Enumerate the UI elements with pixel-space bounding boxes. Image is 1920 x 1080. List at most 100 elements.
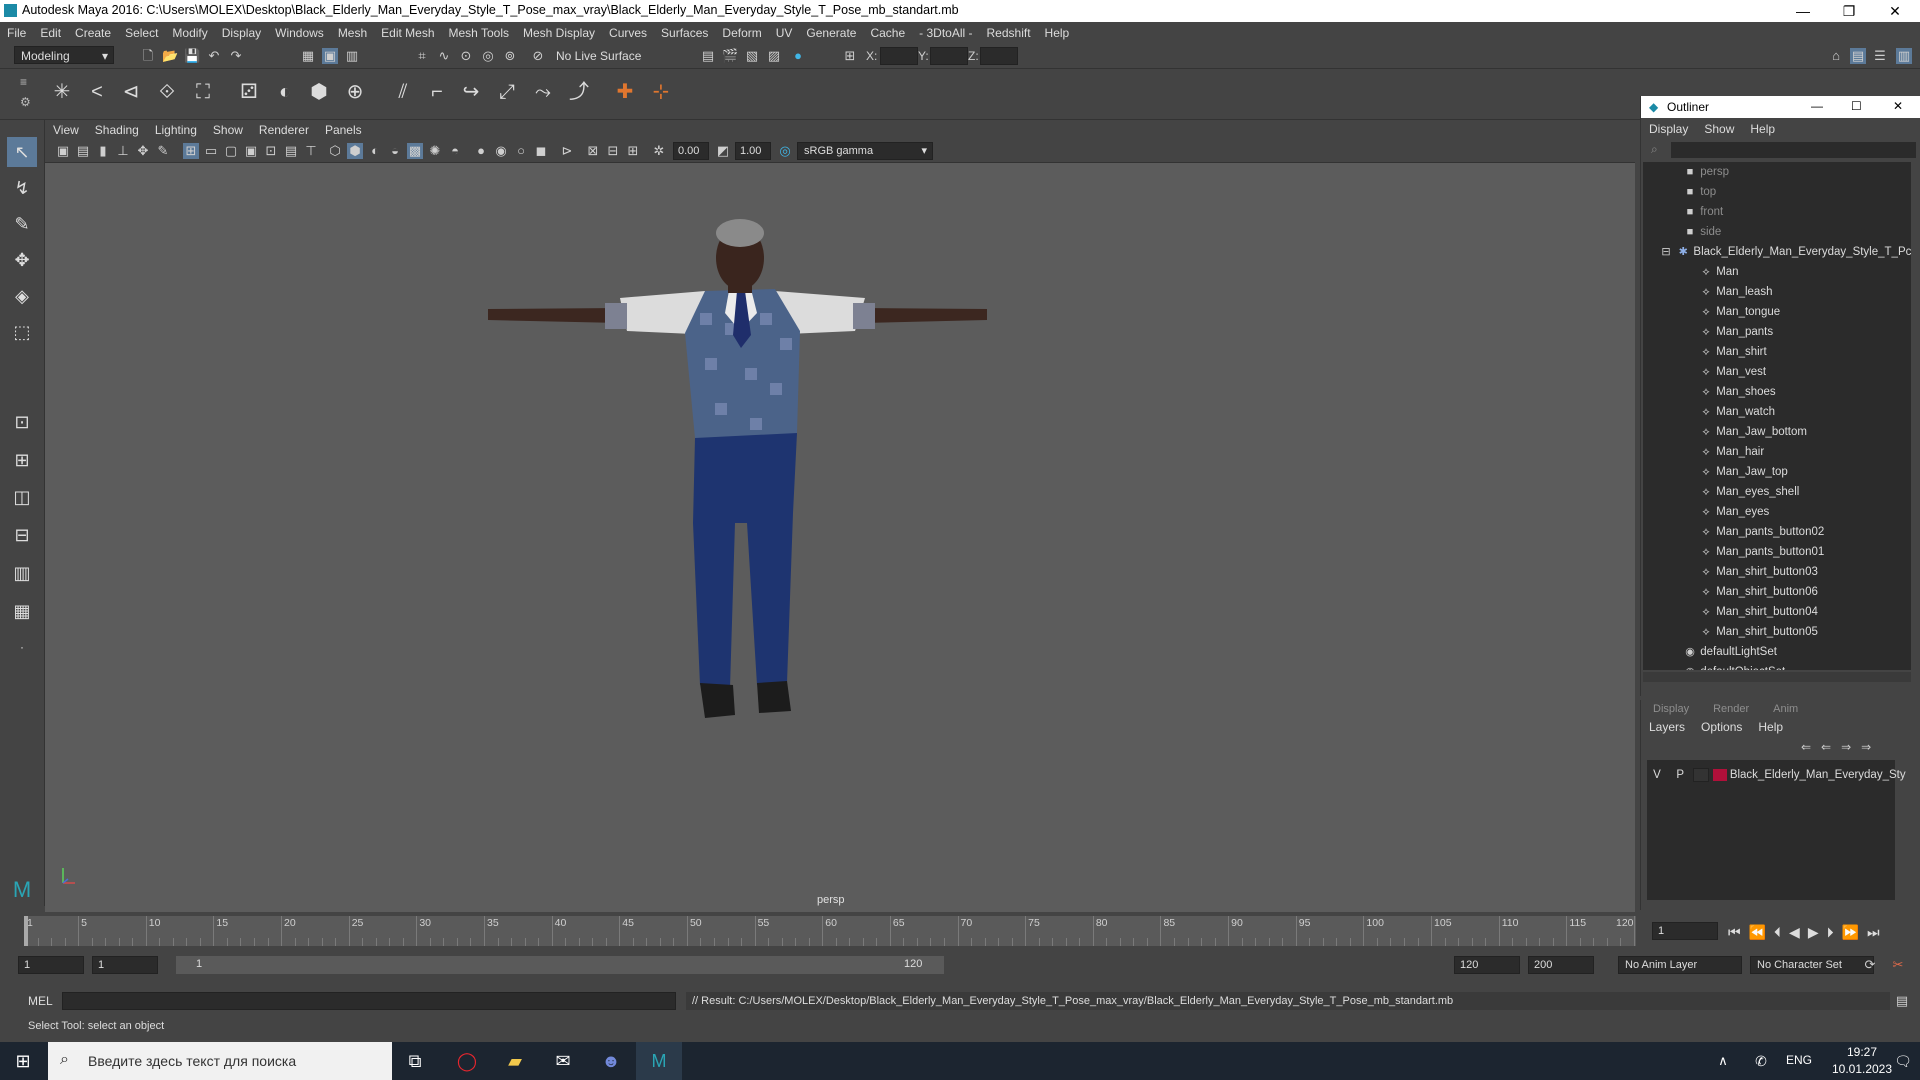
list-item[interactable]: ■ top [1643,182,1911,202]
discord-icon[interactable]: ☻ [588,1042,634,1080]
menu-3dtoall[interactable]: - 3DtoAll - [912,22,979,44]
shelf-joint-icon[interactable]: ⫽ [390,79,416,105]
workspace-dropdown[interactable]: Modeling ▾ [14,46,114,64]
anti-aliasing-icon[interactable]: ○ [513,143,529,159]
layer-visibility-toggle[interactable]: V [1647,765,1667,785]
save-scene-icon[interactable]: 💾 [184,48,200,64]
viewport-menu-view[interactable]: View [45,120,87,140]
render-frame-icon[interactable]: 🎬 [722,48,738,64]
layer-name[interactable]: Black_Elderly_Man_Everyday_Sty [1730,769,1906,781]
render-view-icon[interactable]: ▤ [700,48,716,64]
attribute-editor-icon[interactable]: ▤ [1850,48,1866,64]
safe-title-icon[interactable]: ⊤ [303,143,319,159]
color-space-dropdown[interactable]: sRGB gamma ▾ [797,142,933,160]
select-hierarchy-icon[interactable]: ▦ [300,48,316,64]
list-item[interactable]: ⟡ Man_shoes [1643,382,1911,402]
menu-modify[interactable]: Modify [165,22,214,44]
step-back-icon[interactable]: ⏪ [1749,924,1774,940]
shelf-constraint-icon[interactable]: ⤴ [566,79,592,105]
list-item[interactable]: ⟡ Man_shirt_button03 [1643,562,1911,582]
hypershade-icon[interactable]: ● [790,48,806,64]
outliner-maximize-button[interactable]: ☐ [1851,99,1862,113]
go-to-start-icon[interactable]: ⏮ [1728,924,1749,940]
list-item[interactable]: ⟡ Man_eyes [1643,502,1911,522]
two-d-pan-icon[interactable]: ✥ [135,143,151,159]
shelf-skin-icon[interactable]: ⤢ [494,79,520,105]
shelf-settings-icon[interactable]: ⚙ [20,95,31,109]
gate-mask-icon[interactable]: ▣ [243,143,259,159]
menu-edit-mesh[interactable]: Edit Mesh [374,22,441,44]
command-input[interactable] [62,992,676,1010]
select-component-icon[interactable]: ▥ [344,48,360,64]
shadows-icon[interactable]: ◓ [447,143,463,159]
field-chart-icon[interactable]: ⊡ [263,143,279,159]
isolate-select-icon[interactable]: ⊳ [559,143,575,159]
depth-of-field-icon[interactable]: ◼ [533,143,549,159]
menu-edit[interactable]: Edit [33,22,68,44]
shelf-paint-weights-icon[interactable]: ⤳ [530,79,556,105]
windows-start-icon[interactable]: ⊞ [0,1042,46,1080]
list-item[interactable]: ⟡ Man_eyes_shell [1643,482,1911,502]
snap-point-icon[interactable]: ⊙ [458,48,474,64]
grid-toggle-icon[interactable]: ⊞ [183,143,199,159]
snap-surface-icon[interactable]: ⊚ [502,48,518,64]
single-perspective-layout-icon[interactable]: ⊡ [7,407,37,437]
menu-uv[interactable]: UV [769,22,800,44]
shade-wireframe-icon[interactable]: ◐ [367,143,383,159]
gamma-field[interactable]: 1.00 [735,142,771,160]
list-item[interactable]: ⟡ Man_Jaw_bottom [1643,422,1911,442]
animation-end-field[interactable]: 200 [1528,956,1594,974]
outliner-menu-show[interactable]: Show [1696,118,1742,140]
shelf-twist-icon[interactable]: ⟐ [154,79,180,105]
menu-cache[interactable]: Cache [863,22,912,44]
shelf-flare-icon[interactable]: ⊲ [118,79,144,105]
xray-icon[interactable]: ⊠ [585,143,601,159]
list-item[interactable]: ⟡ Man_shirt [1643,342,1911,362]
gamma-icon[interactable]: ◩ [715,143,731,159]
layer-menu-layers[interactable]: Layers [1641,716,1693,738]
hypershade-layout-icon[interactable]: ▦ [7,596,37,626]
viewport-menu-panels[interactable]: Panels [317,120,370,140]
list-item[interactable]: ⟡ Man [1643,262,1911,282]
list-item[interactable]: ⟡ Man_shirt_button06 [1643,582,1911,602]
current-frame-field[interactable]: 1 [1652,922,1718,940]
rotate-tool-icon[interactable]: ◈ [7,281,37,311]
step-back-key-icon[interactable]: ⏴ [1774,924,1789,940]
viewport-menu-shading[interactable]: Shading [87,120,147,140]
viewport-canvas[interactable]: persp [45,163,1635,912]
collapse-icon[interactable]: ⊟ [1659,242,1673,262]
transform-mode-icon[interactable]: ⊞ [842,48,858,64]
list-item[interactable]: ■ side [1643,222,1911,242]
time-ruler[interactable]: 1 5 10 15 20 25 30 35 40 45 50 55 60 65 70 75 80 85 90 95 10… [24,916,1636,946]
list-item[interactable]: ⟡ Man_vest [1643,362,1911,382]
modeling-toolkit-icon[interactable]: ⌂ [1828,48,1844,64]
xray-components-icon[interactable]: ⊞ [625,143,641,159]
go-to-end-icon[interactable]: ⏭ [1867,924,1888,940]
exposure-field[interactable]: 0.00 [673,142,709,160]
list-item[interactable]: ⊟ ✱ Black_Elderly_Man_Everyday_Style_T_P… [1643,242,1911,262]
camera-attributes-icon[interactable]: ▤ [75,143,91,159]
menu-mesh-tools[interactable]: Mesh Tools [442,22,516,44]
shelf-bend-icon[interactable]: < [84,79,110,105]
step-forward-icon[interactable]: ⏩ [1842,924,1867,940]
scale-tool-icon[interactable]: ⬚ [7,317,37,347]
list-item[interactable]: ■ front [1643,202,1911,222]
shelf-star-icon[interactable]: ✳ [49,79,75,105]
list-item[interactable]: ⟡ Man_Jaw_top [1643,462,1911,482]
motion-blur-icon[interactable]: ◉ [493,143,509,159]
two-pane-layout-icon[interactable]: ◫ [7,482,37,512]
shelf-lattice-icon[interactable]: ⛶ [190,79,216,105]
play-forward-icon[interactable]: ▶ [1808,924,1827,940]
menu-surfaces[interactable]: Surfaces [654,22,715,44]
lasso-tool-icon[interactable]: ↯ [7,173,37,203]
use-all-lights-icon[interactable]: ✺ [427,143,443,159]
outliner-menu-help[interactable]: Help [1742,118,1783,140]
mail-icon[interactable]: ✉ [540,1042,586,1080]
channel-box-icon[interactable]: ▥ [1896,48,1912,64]
list-item[interactable]: ■ persp [1643,162,1911,182]
filter-icon[interactable]: ⌕ [1651,142,1658,157]
layer-color-swatch[interactable] [1712,768,1727,781]
open-scene-icon[interactable]: 📂 [162,48,178,64]
outliner-search-input[interactable] [1671,142,1916,158]
menu-redshift[interactable]: Redshift [980,22,1038,44]
